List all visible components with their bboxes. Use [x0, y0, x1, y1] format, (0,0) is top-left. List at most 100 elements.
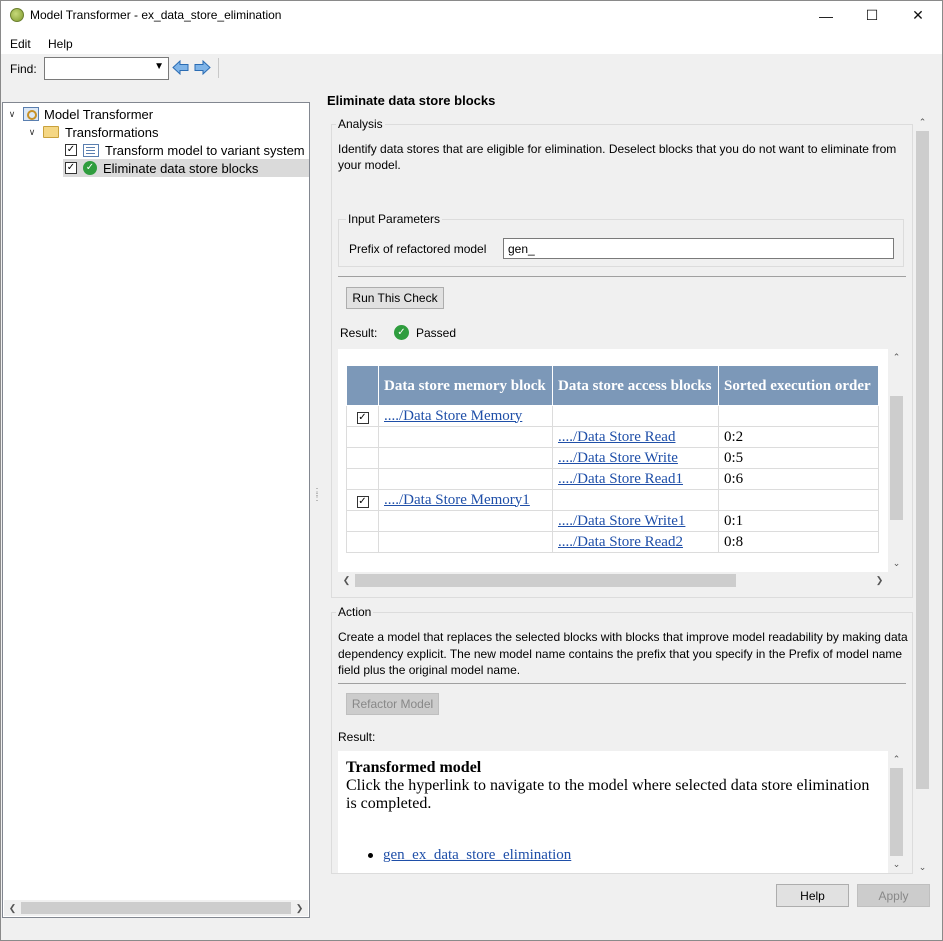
scroll-up-icon[interactable]: ⌃ — [888, 754, 905, 765]
maximize-button[interactable]: ☐ — [849, 0, 895, 31]
scroll-thumb[interactable] — [890, 768, 903, 856]
results-table-viewport: Data store memory block Data store acces… — [338, 349, 888, 572]
analysis-group-title: Analysis — [336, 117, 385, 131]
run-check-button[interactable]: Run This Check — [346, 287, 444, 309]
table-row: ..../Data Store Read1 0:6 — [346, 468, 879, 490]
access-block-link[interactable]: ..../Data Store Read — [558, 429, 675, 445]
memory-cell: ..../Data Store Memory1 — [378, 489, 553, 511]
tree-item-checkbox[interactable]: ✓ — [65, 144, 77, 156]
row-checkbox-cell: ✓ — [346, 489, 379, 511]
result-title: Transformed model — [346, 759, 482, 776]
tree-horizontal-scrollbar[interactable]: ❮ ❯ — [4, 900, 308, 916]
prefix-label: Prefix of refactored model — [349, 242, 487, 256]
result-vertical-scrollbar[interactable]: ⌃ ⌄ — [888, 751, 905, 873]
memory-cell — [378, 426, 553, 448]
access-block-link[interactable]: ..../Data Store Read1 — [558, 471, 683, 487]
tree-root-label: Model Transformer — [44, 106, 154, 122]
column-header: Sorted execution order — [718, 365, 879, 406]
scroll-down-icon[interactable]: ⌄ — [914, 862, 931, 873]
scroll-right-icon[interactable]: ❯ — [871, 575, 888, 586]
tree-item-eliminate-data-store[interactable]: ✓ ✓ Eliminate data store blocks — [63, 159, 309, 177]
table-row: ..../Data Store Write 0:5 — [346, 447, 879, 469]
tree-item-checkbox[interactable]: ✓ — [65, 162, 77, 174]
chevron-down-icon[interactable]: ∨ — [7, 109, 17, 120]
row-checkbox-cell — [346, 531, 379, 553]
order-cell — [718, 405, 879, 427]
chevron-down-icon[interactable]: ∨ — [27, 127, 37, 138]
result-label: Result: — [338, 730, 376, 744]
transform-result-viewport: Transformed model Click the hyperlink to… — [338, 751, 888, 873]
memory-block-link[interactable]: ..../Data Store Memory1 — [384, 492, 530, 508]
row-checkbox[interactable]: ✓ — [356, 495, 369, 508]
close-button[interactable]: ✕ — [895, 0, 941, 31]
divider — [338, 683, 906, 684]
access-cell — [552, 405, 719, 427]
row-checkbox-cell — [346, 468, 379, 490]
access-cell — [552, 489, 719, 511]
passed-icon: ✓ — [394, 325, 409, 340]
scroll-left-icon[interactable]: ❮ — [4, 903, 21, 914]
memory-cell — [378, 447, 553, 469]
order-cell: 0:6 — [718, 468, 879, 490]
list-icon — [83, 143, 99, 157]
forward-arrow-icon[interactable] — [194, 60, 211, 75]
access-cell: ..../Data Store Read — [552, 426, 719, 448]
result-text: Click the hyperlink to navigate to the m… — [346, 777, 870, 812]
access-block-link[interactable]: ..../Data Store Write — [558, 450, 678, 466]
tree-item-label: Eliminate data store blocks — [103, 160, 259, 176]
scroll-down-icon[interactable]: ⌄ — [888, 859, 905, 870]
tree-group[interactable]: ∨ Transformations — [27, 123, 159, 141]
bullet-icon — [368, 853, 373, 858]
scroll-up-icon[interactable]: ⌃ — [914, 117, 931, 128]
menu-help[interactable]: Help — [48, 37, 73, 51]
scroll-thumb[interactable] — [21, 902, 291, 914]
result-link-item: gen_ex_data_store_elimination — [368, 847, 571, 864]
page-vertical-scrollbar[interactable]: ⌃ ⌄ — [914, 114, 931, 876]
table-row: ..../Data Store Write1 0:1 — [346, 510, 879, 532]
access-cell: ..../Data Store Write — [552, 447, 719, 469]
window-title: Model Transformer - ex_data_store_elimin… — [30, 8, 282, 22]
table-vertical-scrollbar[interactable]: ⌃ ⌄ — [888, 349, 905, 572]
folder-icon — [43, 126, 59, 138]
access-block-link[interactable]: ..../Data Store Write1 — [558, 513, 685, 529]
find-label: Find: — [10, 62, 37, 76]
row-checkbox[interactable]: ✓ — [356, 411, 369, 424]
tree-panel: ∨ Model Transformer ∨ Transformations ✓ … — [2, 102, 310, 918]
access-cell: ..../Data Store Read2 — [552, 531, 719, 553]
scroll-right-icon[interactable]: ❯ — [291, 903, 308, 914]
access-cell: ..../Data Store Write1 — [552, 510, 719, 532]
memory-block-link[interactable]: ..../Data Store Memory — [384, 408, 522, 424]
divider — [338, 276, 906, 277]
scroll-left-icon[interactable]: ❮ — [338, 575, 355, 586]
table-horizontal-scrollbar[interactable]: ❮ ❯ — [338, 572, 888, 589]
row-checkbox-cell — [346, 510, 379, 532]
access-block-link[interactable]: ..../Data Store Read2 — [558, 534, 683, 550]
row-checkbox-cell — [346, 426, 379, 448]
tree-item-transform-variant[interactable]: ✓ Transform model to variant system — [65, 141, 305, 159]
passed-icon: ✓ — [83, 161, 97, 175]
menu-bar — [0, 32, 943, 54]
chevron-down-icon[interactable]: ▼ — [154, 61, 164, 72]
menu-edit[interactable]: Edit — [10, 37, 31, 51]
memory-cell — [378, 468, 553, 490]
refactor-model-button[interactable]: Refactor Model — [346, 693, 439, 715]
transformed-model-link[interactable]: gen_ex_data_store_elimination — [383, 847, 571, 864]
help-button[interactable]: Help — [776, 884, 849, 907]
scroll-thumb[interactable] — [916, 131, 929, 789]
find-combobox[interactable]: ▼ — [44, 57, 169, 80]
table-row: ✓ ..../Data Store Memory1 — [346, 489, 879, 511]
scroll-up-icon[interactable]: ⌃ — [888, 352, 905, 363]
result-label: Result: — [340, 326, 378, 340]
scroll-thumb[interactable] — [890, 396, 903, 520]
scroll-thumb[interactable] — [355, 574, 736, 587]
order-cell: 0:2 — [718, 426, 879, 448]
scroll-down-icon[interactable]: ⌄ — [888, 558, 905, 569]
minimize-button[interactable]: — — [803, 0, 849, 31]
order-cell — [718, 489, 879, 511]
splitter-handle[interactable]: ⋮ ⋮ — [312, 488, 322, 510]
tree-root[interactable]: ∨ Model Transformer — [7, 105, 153, 123]
prefix-input[interactable] — [503, 238, 894, 259]
back-arrow-icon[interactable] — [172, 60, 189, 75]
row-checkbox-cell — [346, 447, 379, 469]
apply-button[interactable]: Apply — [857, 884, 930, 907]
